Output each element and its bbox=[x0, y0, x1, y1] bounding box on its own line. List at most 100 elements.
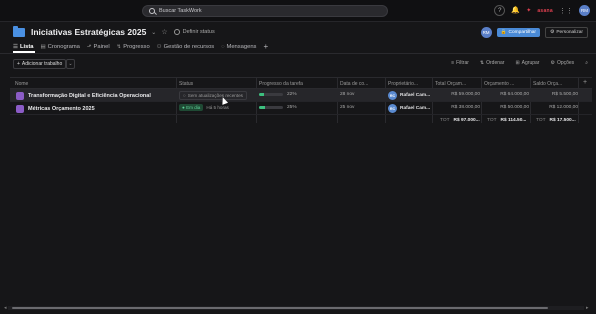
user-avatar[interactable]: RM bbox=[579, 5, 590, 16]
progress-cell: 25% bbox=[259, 105, 297, 110]
tab-label: Cronograma bbox=[47, 43, 80, 50]
owner-cell[interactable]: RC Rafael Cam... bbox=[388, 91, 430, 100]
sort-button[interactable]: ⇅ Ordenar bbox=[480, 60, 505, 66]
budget-cell[interactable]: R$ 50.000,00 bbox=[483, 105, 529, 110]
project-header: Iniciativas Estratégicas 2025 ⌄ ☆ Defini… bbox=[13, 25, 215, 39]
tab-mensagens[interactable]: ◌ Mensagens bbox=[221, 44, 256, 50]
chevron-down-icon[interactable]: ⌄ bbox=[151, 29, 156, 36]
resources-icon: ⚇ bbox=[156, 43, 162, 50]
balance-cell[interactable]: R$ 12.000,00 bbox=[532, 105, 578, 110]
totals-row: TOT R$ 97.000... TOT R$ 114.50... TOT R$… bbox=[10, 115, 592, 127]
tab-label: Lista bbox=[19, 43, 34, 50]
row-name[interactable]: Transformação Digital e Eficiência Opera… bbox=[16, 92, 151, 100]
budget-sum: TOT R$ 114.50... bbox=[487, 118, 526, 123]
status-cell[interactable]: ● Em dia Há 5 horas bbox=[179, 104, 229, 111]
title-bar: Buscar TaskWork ? 🔔 ✦ asana ⋮⋮ RM bbox=[0, 0, 596, 22]
search-placeholder: Buscar TaskWork bbox=[159, 8, 202, 14]
status-cell[interactable]: ○ Sem atualizações recentes bbox=[179, 91, 247, 100]
options-button[interactable]: ⚙ Opções bbox=[550, 60, 574, 66]
project-icon bbox=[16, 105, 24, 113]
filter-button[interactable]: ≡ Filtrar bbox=[451, 60, 469, 66]
apps-grid-icon[interactable]: ⋮⋮ bbox=[559, 7, 573, 15]
group-icon: ⊞ bbox=[515, 60, 520, 66]
group-button[interactable]: ⊞ Agrupar bbox=[515, 60, 539, 66]
balance-sum: TOT R$ 17.500... bbox=[536, 118, 576, 123]
options-label: Opções bbox=[556, 60, 575, 66]
page-title: Iniciativas Estratégicas 2025 bbox=[31, 27, 147, 37]
scroll-left-arrow[interactable]: ◂ bbox=[4, 305, 7, 311]
add-work-button[interactable]: + Adicionar trabalho bbox=[13, 59, 67, 69]
folder-icon bbox=[13, 25, 25, 37]
progress-cell: 22% bbox=[259, 92, 297, 97]
budget-cell[interactable]: R$ 64.000,00 bbox=[483, 92, 529, 97]
bell-icon[interactable]: 🔔 bbox=[511, 6, 520, 15]
owner-cell[interactable]: RC Rafael Cam... bbox=[388, 104, 430, 113]
avatar: RC bbox=[388, 91, 397, 100]
col-header-date[interactable]: Data de co... bbox=[340, 81, 368, 87]
col-header-total-budget[interactable]: Total Orçam... bbox=[435, 81, 466, 87]
tab-lista[interactable]: ☰ Lista bbox=[13, 44, 33, 50]
col-header-status[interactable]: Status bbox=[179, 81, 193, 87]
scroll-right-arrow[interactable]: ▸ bbox=[586, 305, 589, 311]
total-value: R$ 17.500... bbox=[549, 118, 576, 123]
plus-icon: + bbox=[17, 61, 20, 67]
ai-sparkle-icon[interactable]: ✦ bbox=[526, 7, 531, 14]
tab-cronograma[interactable]: ▤ Cronograma bbox=[40, 44, 79, 50]
avatar: RC bbox=[388, 104, 397, 113]
col-header-progress[interactable]: Progresso da tarefa bbox=[259, 81, 303, 87]
owner-name: Rafael Cam... bbox=[400, 106, 431, 111]
date-cell[interactable]: 25 nov bbox=[340, 105, 354, 110]
balance-cell[interactable]: R$ 5.500,00 bbox=[532, 92, 578, 97]
lock-icon: 🔒 bbox=[500, 30, 507, 35]
customize-button[interactable]: ⚙ Personalizar bbox=[545, 27, 588, 38]
divider bbox=[0, 53, 596, 54]
scroll-thumb[interactable] bbox=[12, 307, 548, 309]
tab-progresso[interactable]: ↯ Progresso bbox=[117, 44, 150, 50]
total-budget-sum: TOT R$ 97.000... bbox=[440, 118, 480, 123]
set-status-button[interactable]: Definir status bbox=[173, 29, 215, 35]
add-tab-button[interactable]: + bbox=[263, 42, 268, 51]
share-button[interactable]: 🔒 Compartilhar bbox=[496, 28, 541, 37]
col-header-owner[interactable]: Proprietário... bbox=[388, 81, 418, 87]
table-row[interactable]: Transformação Digital e Eficiência Opera… bbox=[10, 89, 592, 102]
total-label: TOT bbox=[440, 118, 450, 123]
set-status-label: Definir status bbox=[182, 29, 215, 35]
timeline-icon: ▤ bbox=[40, 43, 46, 50]
tab-label: Gestão de recursos bbox=[163, 43, 215, 50]
row-name[interactable]: Métricas Orçamento 2025 bbox=[16, 105, 95, 113]
progress-bar bbox=[259, 93, 283, 96]
tab-painel[interactable]: ⬏ Painel bbox=[87, 44, 110, 50]
status-time: Há 5 horas bbox=[206, 105, 229, 110]
total-label: TOT bbox=[536, 118, 546, 123]
filter-label: Filtrar bbox=[456, 60, 469, 66]
add-column-button[interactable]: + bbox=[583, 79, 587, 86]
total-budget-cell[interactable]: R$ 59.000,00 bbox=[434, 92, 480, 97]
dashboard-icon: ⬏ bbox=[86, 43, 92, 50]
progress-fill bbox=[259, 93, 265, 96]
tab-gestao-recursos[interactable]: ⚇ Gestão de recursos bbox=[157, 44, 215, 50]
table-search-button[interactable]: ⌕ bbox=[585, 60, 588, 66]
member-avatar[interactable]: RM bbox=[480, 27, 492, 38]
table-row[interactable]: Métricas Orçamento 2025 ● Em dia Há 5 ho… bbox=[10, 102, 592, 115]
status-ring-icon: ○ bbox=[183, 93, 186, 98]
col-header-balance[interactable]: Saldo Orça... bbox=[533, 81, 562, 87]
options-icon: ⚙ bbox=[550, 60, 555, 66]
progress-fill bbox=[259, 106, 265, 109]
add-work-dropdown[interactable]: ⌄ bbox=[66, 59, 75, 69]
help-button[interactable]: ? bbox=[494, 5, 506, 16]
total-budget-cell[interactable]: R$ 38.000,00 bbox=[434, 105, 480, 110]
tab-label: Painel bbox=[93, 43, 110, 50]
progress-text: 22% bbox=[287, 92, 297, 97]
col-header-budget[interactable]: Orçamento ... bbox=[484, 81, 514, 87]
status-badge: ● Em dia bbox=[179, 104, 204, 111]
customize-label: Personalizar bbox=[556, 30, 583, 35]
star-icon[interactable]: ☆ bbox=[161, 28, 167, 36]
view-tabs: ☰ Lista ▤ Cronograma ⬏ Painel ↯ Progress… bbox=[13, 42, 268, 51]
total-label: TOT bbox=[487, 118, 497, 123]
search-input[interactable]: Buscar TaskWork bbox=[142, 5, 388, 17]
date-cell[interactable]: 28 nov bbox=[340, 92, 354, 97]
add-work-label: Adicionar trabalho bbox=[21, 61, 63, 67]
total-value: R$ 114.50... bbox=[500, 118, 527, 123]
col-header-name[interactable]: Nome bbox=[15, 81, 28, 87]
horizontal-scrollbar[interactable] bbox=[8, 306, 584, 310]
